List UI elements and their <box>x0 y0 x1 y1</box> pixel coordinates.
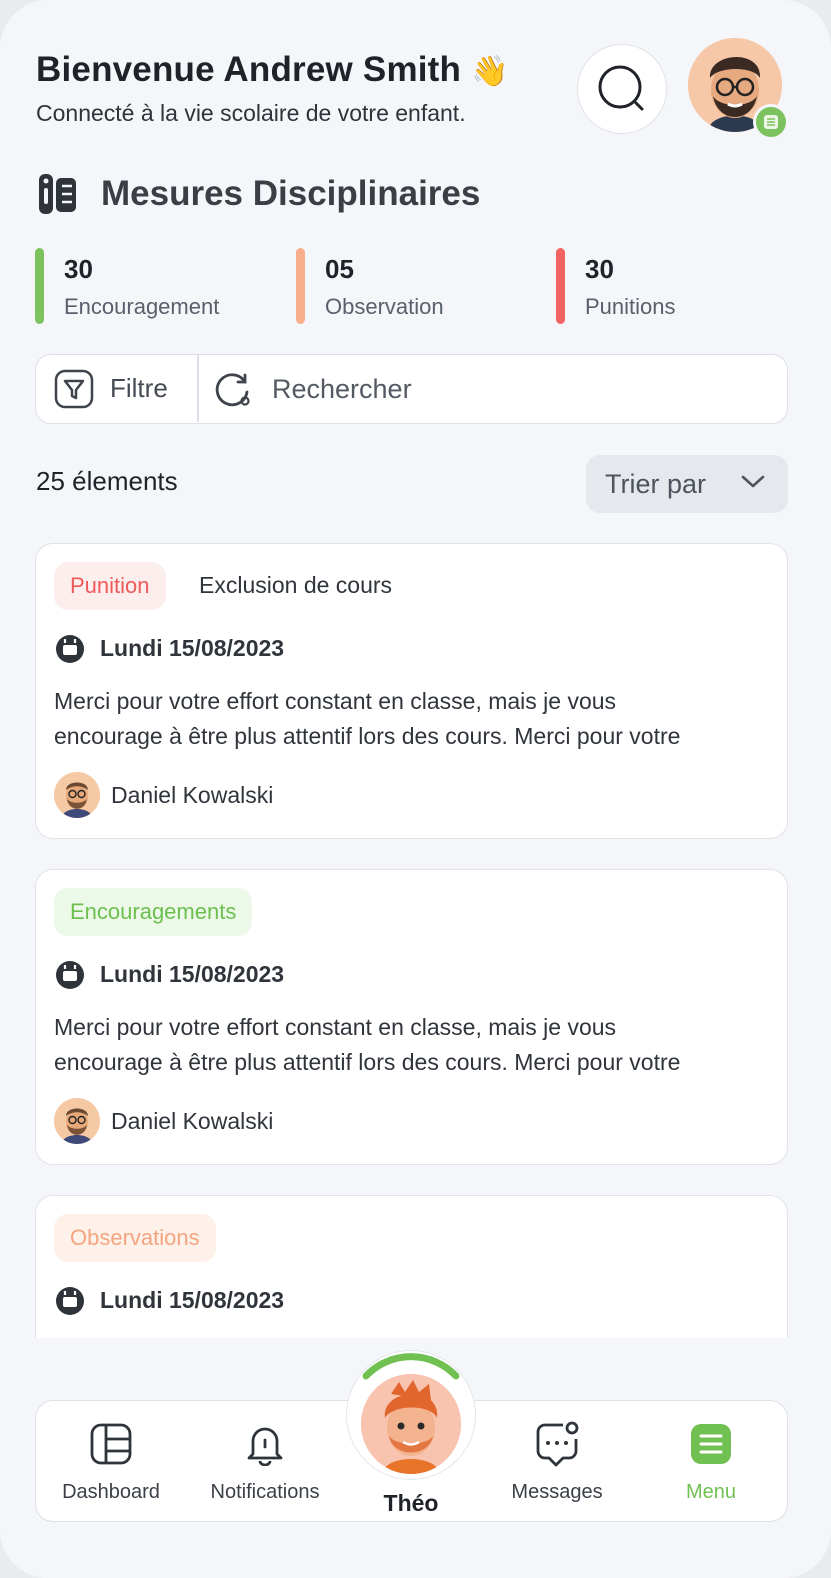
results-count: 25 élements <box>36 466 178 496</box>
bell-icon <box>247 1427 283 1466</box>
date-text: Lundi 15/08/2023 <box>100 1286 285 1313</box>
filter-label: Filtre <box>110 373 168 403</box>
stat-bar <box>35 248 44 324</box>
card-description: Merci pour votre effort constant en clas… <box>54 684 770 754</box>
filter-icon <box>54 369 94 408</box>
filter-search-bar: Filtre <box>35 354 788 424</box>
observation-tag: Observations <box>54 1214 216 1262</box>
page-title: Mesures Disciplinaires <box>101 174 481 213</box>
teacher-avatar <box>54 1098 100 1144</box>
card-subtitle: Exclusion de cours <box>199 572 393 598</box>
description-line: encourage à être plus attentif lors des … <box>54 1049 681 1075</box>
teacher-name: Daniel Kowalski <box>111 1107 274 1134</box>
stat-label: Punitions <box>585 294 676 319</box>
dashboard-icon <box>90 1423 132 1465</box>
stat-value: 05 <box>325 254 354 284</box>
menu-icon <box>691 1424 731 1464</box>
wave-emoji-icon: 👋 <box>471 55 509 88</box>
nav-label: Messages <box>511 1481 603 1503</box>
calendar-icon <box>56 635 84 663</box>
punition-tag: Punition <box>54 562 166 610</box>
description-line: Merci pour votre effort constant en clas… <box>54 1014 617 1040</box>
sort-dropdown[interactable]: Trier par <box>586 455 788 513</box>
discipline-book-icon <box>39 174 76 214</box>
stat-value: 30 <box>585 254 614 284</box>
stat-label: Observation <box>325 294 444 319</box>
divider <box>197 355 199 422</box>
calendar-icon <box>56 1287 84 1315</box>
search-button[interactable] <box>577 44 667 134</box>
discipline-card[interactable]: Encouragements Lundi 15/08/2023 Merci po… <box>35 869 788 1165</box>
card-author: Daniel Kowalski <box>54 772 273 818</box>
child-avatar-illustration <box>361 1374 461 1474</box>
description-line: encourage à être plus attentif lors des … <box>54 723 681 749</box>
search-input[interactable] <box>272 373 752 405</box>
app-screen: Bienvenue Andrew Smith 👋 Connecté à la v… <box>0 0 831 1578</box>
nav-notifications[interactable]: Notifications <box>190 1421 340 1504</box>
greeting-subtitle: Connecté à la vie scolaire de votre enfa… <box>36 100 466 126</box>
sort-label: Trier par <box>605 468 707 499</box>
search-icon <box>598 65 644 111</box>
chevron-down-icon <box>741 475 765 488</box>
stat-label: Encouragement <box>64 294 220 319</box>
child-avatar[interactable] <box>361 1374 461 1474</box>
calendar-icon <box>56 961 84 989</box>
card-author: Daniel Kowalski <box>54 1098 273 1144</box>
date-text: Lundi 15/08/2023 <box>100 634 285 661</box>
nav-label: Dashboard <box>62 1481 160 1503</box>
nav-menu[interactable]: Menu <box>636 1421 786 1504</box>
message-icon <box>536 1421 579 1467</box>
filter-button[interactable]: Filtre <box>36 355 197 422</box>
card-date: Lundi 15/08/2023 <box>54 632 284 664</box>
greeting-text: Bienvenue Andrew Smith <box>36 50 462 89</box>
search-field <box>214 367 752 411</box>
card-date: Lundi 15/08/2023 <box>54 1284 284 1316</box>
stat-bar <box>296 248 305 324</box>
nav-label: Menu <box>685 1481 737 1503</box>
teacher-avatar <box>54 772 100 818</box>
child-name[interactable]: Théo <box>346 1490 476 1517</box>
encouragement-tag: Encouragements <box>54 888 253 936</box>
nav-dashboard[interactable]: Dashboard <box>36 1421 186 1504</box>
teacher-name: Daniel Kowalski <box>111 781 274 808</box>
date-text: Lundi 15/08/2023 <box>100 960 285 987</box>
greeting-title: Bienvenue Andrew Smith 👋 <box>36 50 509 90</box>
stat-value: 30 <box>64 254 93 284</box>
discipline-card[interactable]: Punition Exclusion de cours Lundi 15/08/… <box>35 543 788 839</box>
nav-label: Notifications <box>210 1481 320 1503</box>
description-line: Merci pour votre effort constant en clas… <box>54 688 617 714</box>
card-description: Merci pour votre effort constant en clas… <box>54 1010 770 1080</box>
search-refresh-icon <box>215 373 250 407</box>
stat-bar <box>556 248 565 324</box>
menu-badge-icon <box>753 104 789 140</box>
card-date: Lundi 15/08/2023 <box>54 958 284 990</box>
nav-messages[interactable]: Messages <box>482 1421 632 1504</box>
